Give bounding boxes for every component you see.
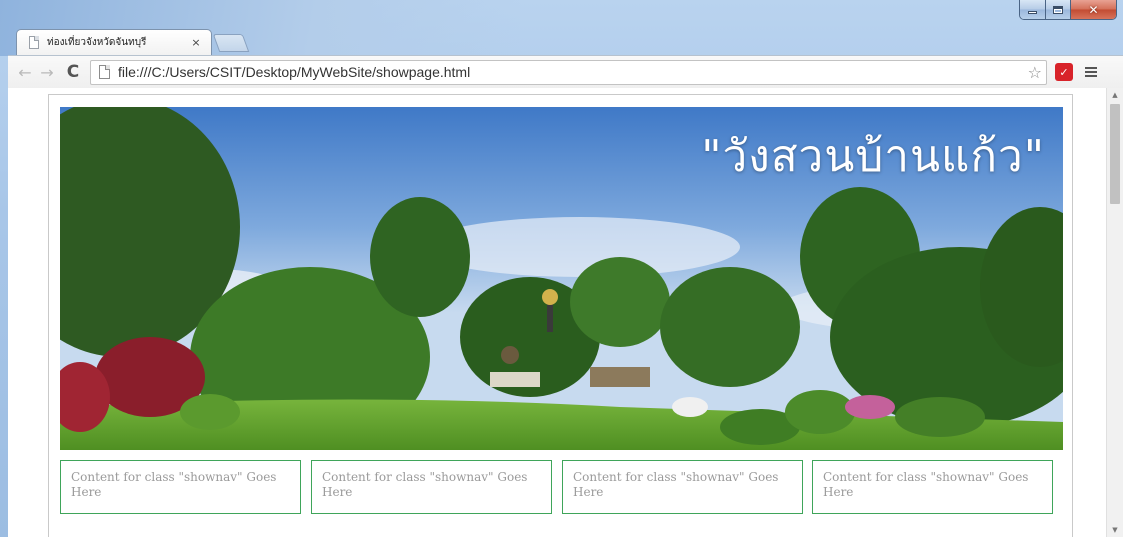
star-icon[interactable]: ☆: [1028, 63, 1042, 82]
shownav-box: Content for class "shownav" Goes Here: [60, 460, 301, 514]
banner-title: "วังสวนบ้านแก้ว": [701, 131, 1045, 182]
browser-window: ✕ ท่องเที่ยวจังหวัดจันทบุรี × ← → C file…: [0, 0, 1123, 537]
minimize-button[interactable]: [1020, 0, 1046, 19]
shownav-row: Content for class "shownav" Goes Here Co…: [60, 460, 1063, 514]
page-container: "วังสวนบ้านแก้ว" Content for class "show…: [48, 94, 1073, 537]
minimize-icon: [1028, 11, 1037, 14]
page-icon: [99, 65, 110, 79]
url-text: file:///C:/Users/CSIT/Desktop/MyWebSite/…: [118, 64, 471, 80]
extension-icon[interactable]: ✓: [1055, 63, 1073, 81]
address-bar[interactable]: file:///C:/Users/CSIT/Desktop/MyWebSite/…: [90, 59, 1047, 85]
back-icon[interactable]: ←: [14, 63, 36, 82]
window-controls: ✕: [1019, 0, 1117, 20]
browser-tab[interactable]: ท่องเที่ยวจังหวัดจันทบุรี ×: [16, 29, 212, 55]
tab-close-button[interactable]: ×: [189, 36, 203, 49]
scroll-down-icon[interactable]: ▼: [1107, 523, 1123, 537]
scroll-thumb[interactable]: [1110, 104, 1120, 204]
vertical-scrollbar[interactable]: ▲ ▼: [1106, 88, 1123, 537]
page-favicon-icon: [29, 36, 39, 49]
maximize-icon: [1053, 5, 1063, 14]
menu-icon[interactable]: [1085, 67, 1097, 77]
banner-image: "วังสวนบ้านแก้ว": [60, 107, 1063, 450]
shownav-box: Content for class "shownav" Goes Here: [812, 460, 1053, 514]
tab-title: ท่องเที่ยวจังหวัดจันทบุรี: [47, 37, 147, 48]
reload-icon[interactable]: C: [62, 62, 84, 82]
new-tab-button[interactable]: [212, 34, 250, 52]
maximize-button[interactable]: [1046, 0, 1071, 19]
browser-toolbar: ← → C file:///C:/Users/CSIT/Desktop/MyWe…: [8, 55, 1123, 88]
forward-icon[interactable]: →: [36, 63, 58, 82]
shownav-box: Content for class "shownav" Goes Here: [311, 460, 552, 514]
scroll-up-icon[interactable]: ▲: [1107, 88, 1123, 102]
shownav-box: Content for class "shownav" Goes Here: [562, 460, 803, 514]
page-viewport: "วังสวนบ้านแก้ว" Content for class "show…: [8, 88, 1123, 537]
close-icon: ✕: [1088, 2, 1099, 17]
close-window-button[interactable]: ✕: [1071, 0, 1116, 19]
